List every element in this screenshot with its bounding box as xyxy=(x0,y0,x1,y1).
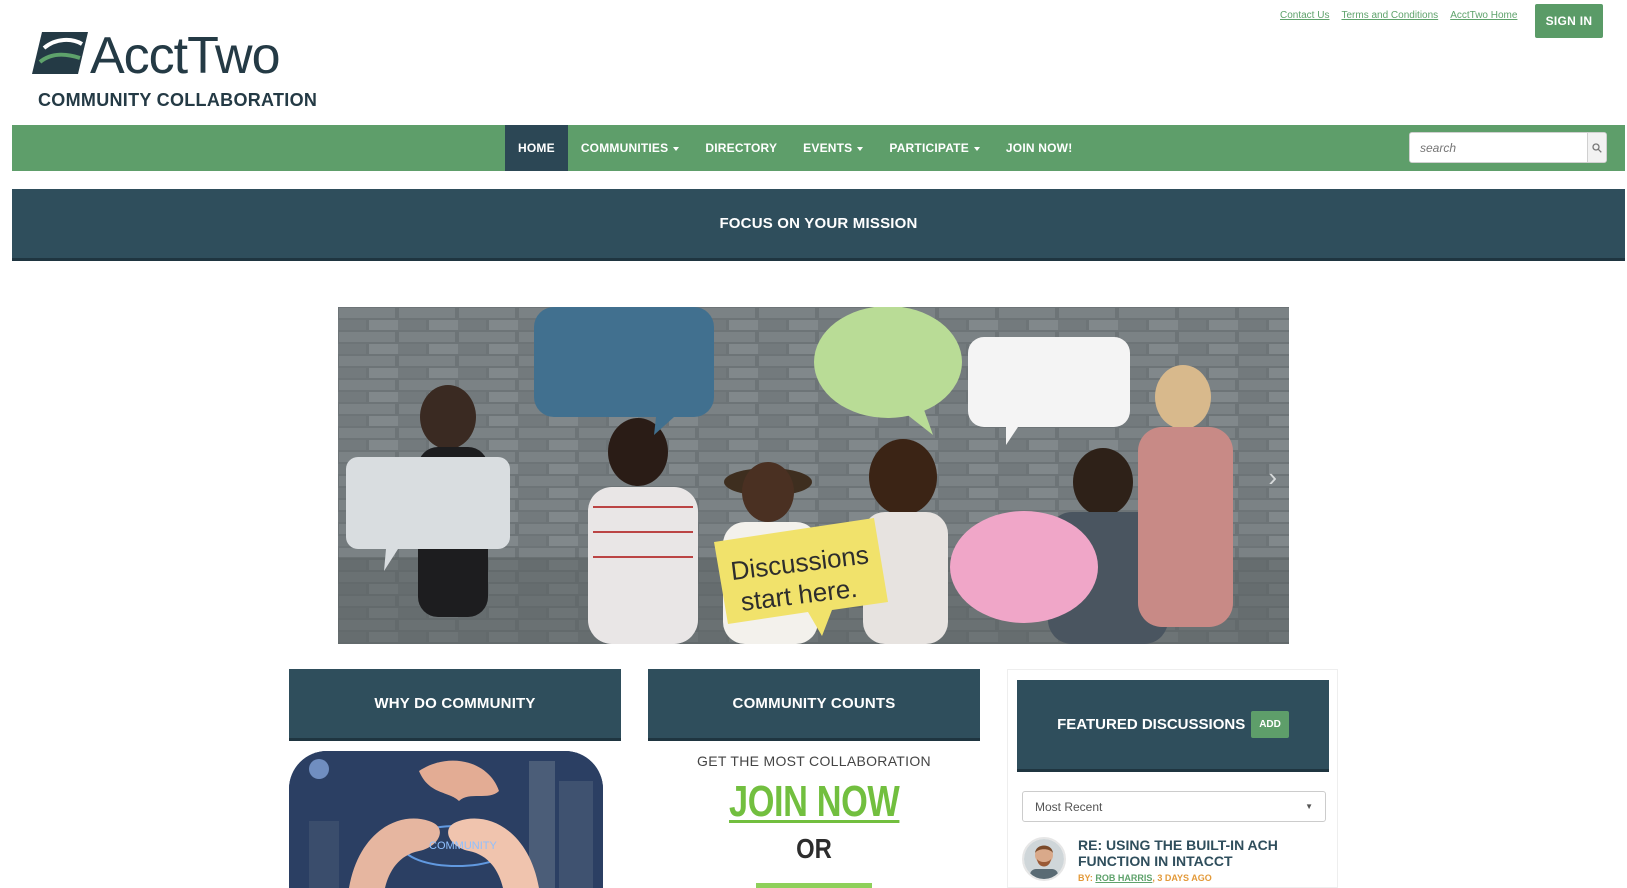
join-now-link[interactable]: JOIN NOW xyxy=(729,777,900,827)
page: Contact Us Terms and Conditions AcctTwo … xyxy=(0,0,1627,888)
featured-discussions-panel: FEATURED DISCUSSIONS ADD Most Recent ▼ R… xyxy=(1007,669,1338,888)
or-text: OR xyxy=(796,833,832,864)
caret-down-icon xyxy=(857,146,864,151)
community-counts-body: GET THE MOST COLLABORATION JOIN NOW OR xyxy=(648,741,980,888)
why-community-image: COMMUNITY xyxy=(289,751,603,888)
chevron-right-icon[interactable]: › xyxy=(1268,462,1277,493)
logo-text: AcctTwo xyxy=(90,27,280,85)
nav-join-now[interactable]: JOIN NOW! xyxy=(993,125,1085,171)
community-counts-header: COMMUNITY COUNTS xyxy=(648,669,980,741)
discussion-by-label: BY: xyxy=(1078,873,1093,883)
nav-events[interactable]: EVENTS xyxy=(790,125,876,171)
nav-directory[interactable]: DIRECTORY xyxy=(692,125,790,171)
logo[interactable]: AcctTwo COMMUNITY COLLABORATION xyxy=(30,28,340,113)
search-input[interactable] xyxy=(1410,133,1587,162)
discussion-meta: BY: ROB HARRIS, 3 DAYS AGO xyxy=(1078,873,1326,883)
discussion-item[interactable]: RE: USING THE BUILT-IN ACH FUNCTION IN I… xyxy=(1022,837,1326,888)
hero-illustration: Discussions start here. xyxy=(338,307,1289,644)
search-button[interactable] xyxy=(1587,133,1606,162)
sort-select[interactable]: Most Recent ▼ xyxy=(1022,791,1326,822)
sign-in-button[interactable]: SIGN IN xyxy=(1535,4,1603,38)
why-community-title: WHY DO COMMUNITY xyxy=(374,695,536,712)
caret-down-icon xyxy=(973,146,980,151)
search-icon xyxy=(1592,142,1602,153)
chevron-down-icon: ▼ xyxy=(1305,802,1313,811)
nav-participate[interactable]: PARTICIPATE xyxy=(876,125,993,171)
discussion-time: , 3 DAYS AGO xyxy=(1152,873,1212,883)
discussion-title[interactable]: RE: USING THE BUILT-IN ACH FUNCTION IN I… xyxy=(1078,837,1326,869)
cutoff-link-fragment xyxy=(756,883,872,888)
discussion-content: RE: USING THE BUILT-IN ACH FUNCTION IN I… xyxy=(1078,837,1326,888)
mission-title: FOCUS ON YOUR MISSION xyxy=(719,215,918,232)
nav-items: HOME COMMUNITIES DIRECTORY EVENTS PARTIC… xyxy=(505,125,1085,171)
logo-mark-icon xyxy=(32,32,88,74)
avatar[interactable] xyxy=(1022,837,1066,881)
counts-subtitle: GET THE MOST COLLABORATION xyxy=(697,753,931,769)
hero-image: Discussions start here. › xyxy=(338,307,1289,644)
caret-down-icon xyxy=(673,146,680,151)
contact-us-link[interactable]: Contact Us xyxy=(1280,10,1329,21)
sort-select-value: Most Recent xyxy=(1035,799,1103,814)
search-box xyxy=(1409,132,1607,163)
top-links: Contact Us Terms and Conditions AcctTwo … xyxy=(1280,10,1517,21)
discussion-author-link[interactable]: ROB HARRIS xyxy=(1095,873,1152,883)
nav-communities[interactable]: COMMUNITIES xyxy=(568,125,693,171)
featured-discussions-header: FEATURED DISCUSSIONS ADD xyxy=(1017,680,1329,772)
why-image-word: COMMUNITY xyxy=(429,840,497,852)
add-discussion-button[interactable]: ADD xyxy=(1251,711,1289,738)
logo-subtitle: COMMUNITY COLLABORATION xyxy=(38,90,318,110)
why-community-header: WHY DO COMMUNITY xyxy=(289,669,621,741)
nav-home[interactable]: HOME xyxy=(505,125,568,171)
accttwo-home-link[interactable]: AcctTwo Home xyxy=(1450,10,1517,21)
community-counts-title: COMMUNITY COUNTS xyxy=(732,695,896,712)
featured-discussions-title: FEATURED DISCUSSIONS xyxy=(1057,716,1246,733)
main-nav: HOME COMMUNITIES DIRECTORY EVENTS PARTIC… xyxy=(12,125,1625,171)
mission-banner: FOCUS ON YOUR MISSION xyxy=(12,189,1625,261)
terms-link[interactable]: Terms and Conditions xyxy=(1341,10,1438,21)
